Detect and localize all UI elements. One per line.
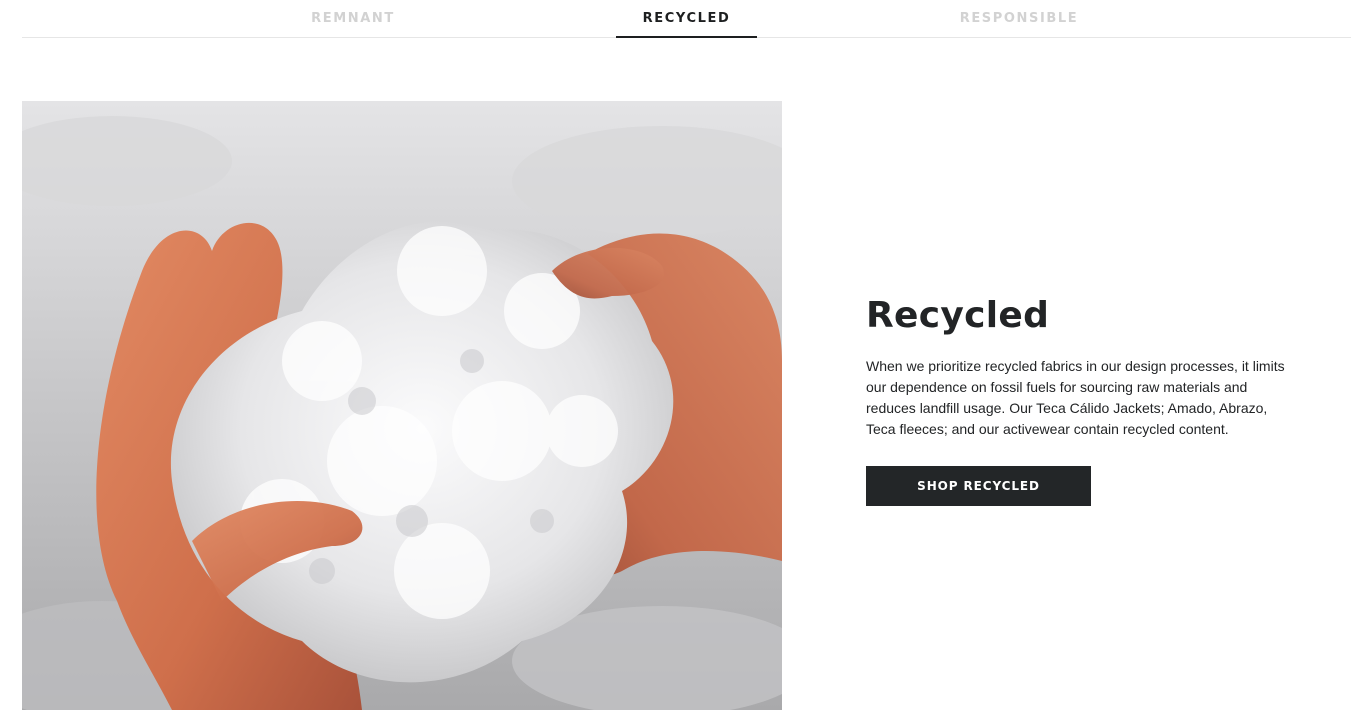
category-tabs: REMNANT RECYCLED RESPONSIBLE (22, 0, 1351, 38)
tab-remnant[interactable]: REMNANT (282, 0, 424, 37)
tab-recycled[interactable]: RECYCLED (616, 0, 757, 38)
hands-holding-fiber-photo (22, 101, 782, 710)
tab-responsible[interactable]: RESPONSIBLE (948, 0, 1090, 37)
shop-recycled-button[interactable]: SHOP RECYCLED (866, 466, 1091, 506)
section-description: When we prioritize recycled fabrics in o… (866, 358, 1285, 437)
section-heading: Recycled (866, 295, 1050, 336)
recycled-section: Recycled When we prioritize recycled fab… (866, 296, 1306, 506)
hero-image (22, 101, 782, 710)
